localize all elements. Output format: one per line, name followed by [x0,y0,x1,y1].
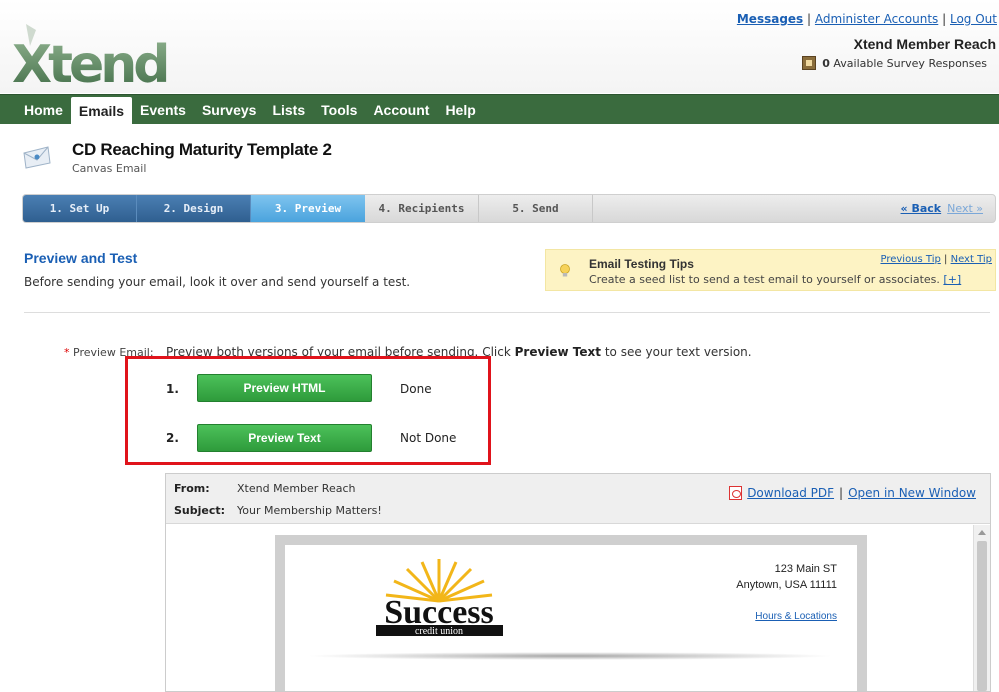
page-subtitle: Canvas Email [72,162,147,175]
back-link[interactable]: « Back [901,202,942,215]
from-value: Xtend Member Reach [237,482,356,495]
download-pdf-link[interactable]: Download PDF [747,486,834,500]
next-link[interactable]: Next » [947,202,983,215]
subject-value: Your Membership Matters! [237,504,382,517]
step-number: 2. [166,431,179,445]
pdf-icon [729,486,743,500]
preview-scrollbar[interactable] [973,525,990,691]
preview-instructions-bold: Preview Text [514,345,602,359]
lightbulb-icon [560,264,570,277]
preview-text-status: Not Done [400,431,457,445]
tip-title: Email Testing Tips [589,257,694,271]
subject-label: Subject: [174,504,226,517]
section-divider [24,312,990,313]
wizard-step-send[interactable]: 5. Send [479,195,593,222]
preview-text-button[interactable]: Preview Text [197,424,372,452]
wizard-step-setup[interactable]: 1. Set Up [23,195,137,222]
email-body: Success credit union 123 Main ST Anytown… [285,545,857,691]
nav-item-tools[interactable]: Tools [313,95,365,124]
administer-accounts-link[interactable]: Administer Accounts [815,12,938,26]
address-line-2: Anytown, USA 11111 [736,579,837,591]
survey-count: 0 [822,56,830,70]
step-number: 1. [166,382,179,396]
top-links-separator: | [807,12,812,26]
wizard-steps: 1. Set Up 2. Design 3. Preview 4. Recipi… [22,194,996,223]
tip-body: Create a seed list to send a test email … [589,273,940,286]
nav-item-home[interactable]: Home [16,95,71,124]
survey-responses[interactable]: 0 Available Survey Responses [802,56,987,70]
from-label: From: [174,482,210,495]
section-title: Preview and Test [24,250,138,266]
wizard-nav: « Back Next » [901,195,995,222]
success-credit-union-logo: Success credit union [376,559,503,637]
previous-tip-link[interactable]: Previous Tip [880,254,940,265]
logout-link[interactable]: Log Out [950,12,997,26]
svg-text:credit union: credit union [415,626,463,637]
tips-box: Email Testing Tips Create a seed list to… [545,249,996,291]
main-nav: Home Emails Events Surveys Lists Tools A… [0,94,999,124]
email-preview-header: From: Xtend Member Reach Subject: Your M… [166,474,990,524]
open-new-window-link[interactable]: Open in New Window [848,486,976,500]
header-shadow-divider [305,652,835,660]
email-frame: Success credit union 123 Main ST Anytown… [275,535,867,691]
hours-locations-link[interactable]: Hours & Locations [755,611,837,622]
page-title: CD Reaching Maturity Template 2 [72,140,332,159]
preview-actions: Download PDF | Open in New Window [729,486,976,500]
nav-item-emails[interactable]: Emails [70,97,133,124]
preview-html-status: Done [400,382,432,396]
account-name: Xtend Member Reach [853,36,996,52]
nav-item-surveys[interactable]: Surveys [194,95,264,124]
nav-item-events[interactable]: Events [132,95,194,124]
wizard-step-recipients[interactable]: 4. Recipients [365,195,479,222]
survey-icon [802,56,817,70]
xtend-logo[interactable]: Xtend [12,24,182,88]
top-links: Messages | Administer Accounts | Log Out [737,12,997,26]
address-line-1: 123 Main ST [774,563,837,575]
nav-item-lists[interactable]: Lists [264,95,313,124]
wizard-step-design[interactable]: 2. Design [137,195,251,222]
svg-text:Xtend: Xtend [12,35,166,88]
envelope-icon [23,146,51,169]
required-marker: * [64,346,70,359]
tip-links-separator: | [944,254,948,265]
email-preview-panel: From: Xtend Member Reach Subject: Your M… [165,473,991,692]
nav-item-help[interactable]: Help [437,95,483,124]
scroll-thumb[interactable] [977,541,987,691]
tip-text: Create a seed list to send a test email … [589,273,961,286]
wizard-step-preview[interactable]: 3. Preview [251,195,365,222]
scroll-up-arrow-icon[interactable] [978,530,986,535]
tip-links: Previous Tip | Next Tip [880,254,992,265]
section-description: Before sending your email, look it over … [24,275,411,289]
app-header: Xtend Messages | Administer Accounts | L… [0,0,999,93]
preview-actions-separator: | [839,486,844,500]
nav-item-account[interactable]: Account [365,95,437,124]
messages-link[interactable]: Messages [737,12,803,26]
preview-html-button[interactable]: Preview HTML [197,374,372,402]
preview-instructions-after: to see your text version. [601,345,752,359]
tip-expand-link[interactable]: [+] [943,273,961,286]
top-links-separator: | [942,12,947,26]
next-tip-link[interactable]: Next Tip [951,254,992,265]
survey-text: Available Survey Responses [833,56,987,70]
